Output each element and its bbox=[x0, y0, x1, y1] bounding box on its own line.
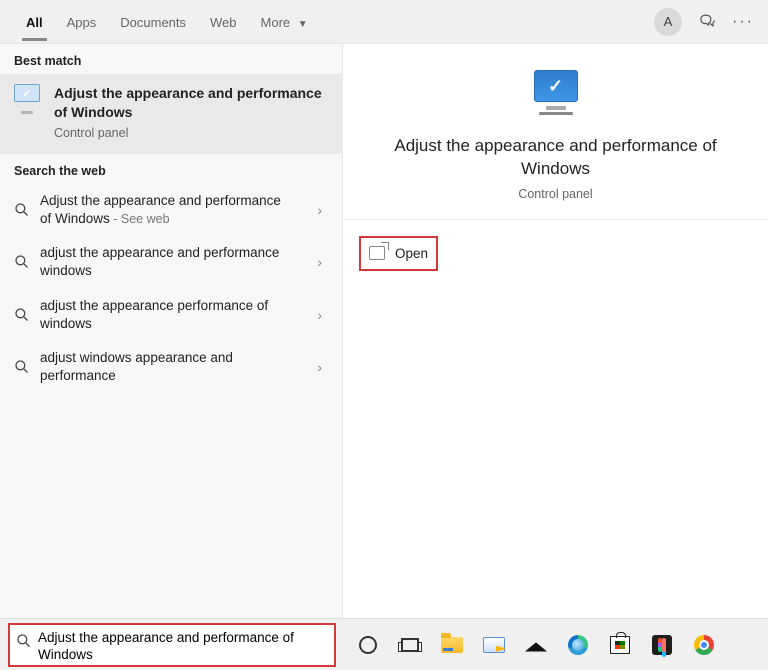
figma-icon[interactable] bbox=[650, 633, 674, 657]
user-avatar[interactable]: A bbox=[654, 8, 682, 36]
tab-documents[interactable]: Documents bbox=[108, 3, 198, 40]
results-panel: Best match ✓ Adjust the appearance and p… bbox=[0, 44, 343, 618]
taskbar-search[interactable] bbox=[8, 623, 336, 667]
edge-icon[interactable] bbox=[566, 633, 590, 657]
chevron-right-icon: › bbox=[311, 307, 328, 323]
search-icon bbox=[14, 359, 30, 375]
open-label: Open bbox=[395, 246, 428, 261]
task-view-icon[interactable] bbox=[398, 633, 422, 657]
open-action[interactable]: Open bbox=[359, 236, 438, 271]
chrome-icon[interactable] bbox=[692, 633, 716, 657]
microsoft-store-icon[interactable] bbox=[608, 633, 632, 657]
best-match-label: Best match bbox=[0, 44, 342, 74]
preview-panel: ✓ Adjust the appearance and performance … bbox=[343, 44, 768, 618]
tab-more-label: More bbox=[261, 15, 291, 30]
feedback-icon[interactable] bbox=[698, 13, 716, 31]
search-icon bbox=[16, 633, 32, 649]
search-icon bbox=[14, 254, 30, 270]
file-explorer-icon[interactable] bbox=[440, 633, 464, 657]
more-options-icon[interactable]: ··· bbox=[732, 13, 754, 31]
web-result-3[interactable]: adjust windows appearance and performanc… bbox=[0, 341, 342, 393]
best-match-title: Adjust the appearance and performance of… bbox=[54, 84, 328, 122]
mail-app-icon[interactable] bbox=[524, 633, 548, 657]
preview-title: Adjust the appearance and performance of… bbox=[363, 135, 748, 181]
tab-apps[interactable]: Apps bbox=[55, 3, 109, 40]
web-result-text: adjust the appearance and performance wi… bbox=[40, 244, 301, 280]
tab-web[interactable]: Web bbox=[198, 3, 249, 40]
tab-all[interactable]: All bbox=[14, 3, 55, 40]
web-result-text: adjust windows appearance and performanc… bbox=[40, 349, 301, 385]
control-panel-icon: ✓ bbox=[363, 70, 748, 115]
mail-icon[interactable] bbox=[482, 633, 506, 657]
best-match-subtitle: Control panel bbox=[54, 126, 328, 140]
search-icon bbox=[14, 307, 30, 323]
taskbar bbox=[0, 618, 768, 670]
search-web-label: Search the web bbox=[0, 154, 342, 184]
see-web-suffix: - See web bbox=[110, 212, 170, 226]
tab-more[interactable]: More ▼ bbox=[249, 3, 320, 40]
search-icon bbox=[14, 202, 30, 218]
preview-subtitle: Control panel bbox=[363, 187, 748, 201]
best-match-result[interactable]: ✓ Adjust the appearance and performance … bbox=[0, 74, 342, 154]
control-panel-icon: ✓ bbox=[14, 84, 42, 110]
open-icon bbox=[369, 246, 385, 260]
search-input[interactable] bbox=[32, 627, 328, 664]
cortana-icon[interactable] bbox=[356, 633, 380, 657]
web-result-0[interactable]: Adjust the appearance and performance of… bbox=[0, 184, 342, 236]
chevron-right-icon: › bbox=[311, 254, 328, 270]
web-result-text: adjust the appearance performance of win… bbox=[40, 297, 301, 333]
chevron-down-icon: ▼ bbox=[298, 19, 308, 30]
header-tabs: All Apps Documents Web More ▼ A ··· bbox=[0, 0, 768, 44]
web-result-1[interactable]: adjust the appearance and performance wi… bbox=[0, 236, 342, 288]
web-result-2[interactable]: adjust the appearance performance of win… bbox=[0, 289, 342, 341]
chevron-right-icon: › bbox=[311, 359, 328, 375]
chevron-right-icon: › bbox=[311, 202, 328, 218]
